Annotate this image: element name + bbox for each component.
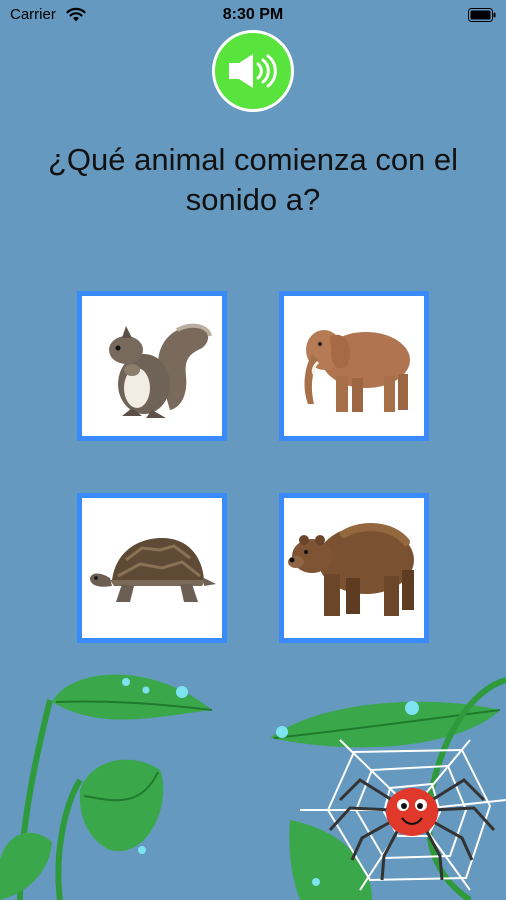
bear-image [288,523,414,616]
squirrel-image [109,323,212,418]
option-bear-card[interactable] [279,493,429,643]
turtle-image [90,538,216,602]
clock-time: 8:30 PM [222,6,284,23]
status-bar: Carrier 8:30 PM [0,0,506,32]
option-elephant-card[interactable] [279,291,429,441]
question-text: ¿Qué animal comienza con el sonido a? [47,142,459,217]
speaker-icon [229,54,277,88]
option-turtle-card[interactable] [77,493,227,643]
battery-icon [468,8,496,22]
option-squirrel-card[interactable] [77,291,227,441]
play-sound-button[interactable] [212,30,294,112]
jungle-decoration [0,674,506,900]
elephant-image [304,330,410,412]
leaf-icon [52,674,212,720]
